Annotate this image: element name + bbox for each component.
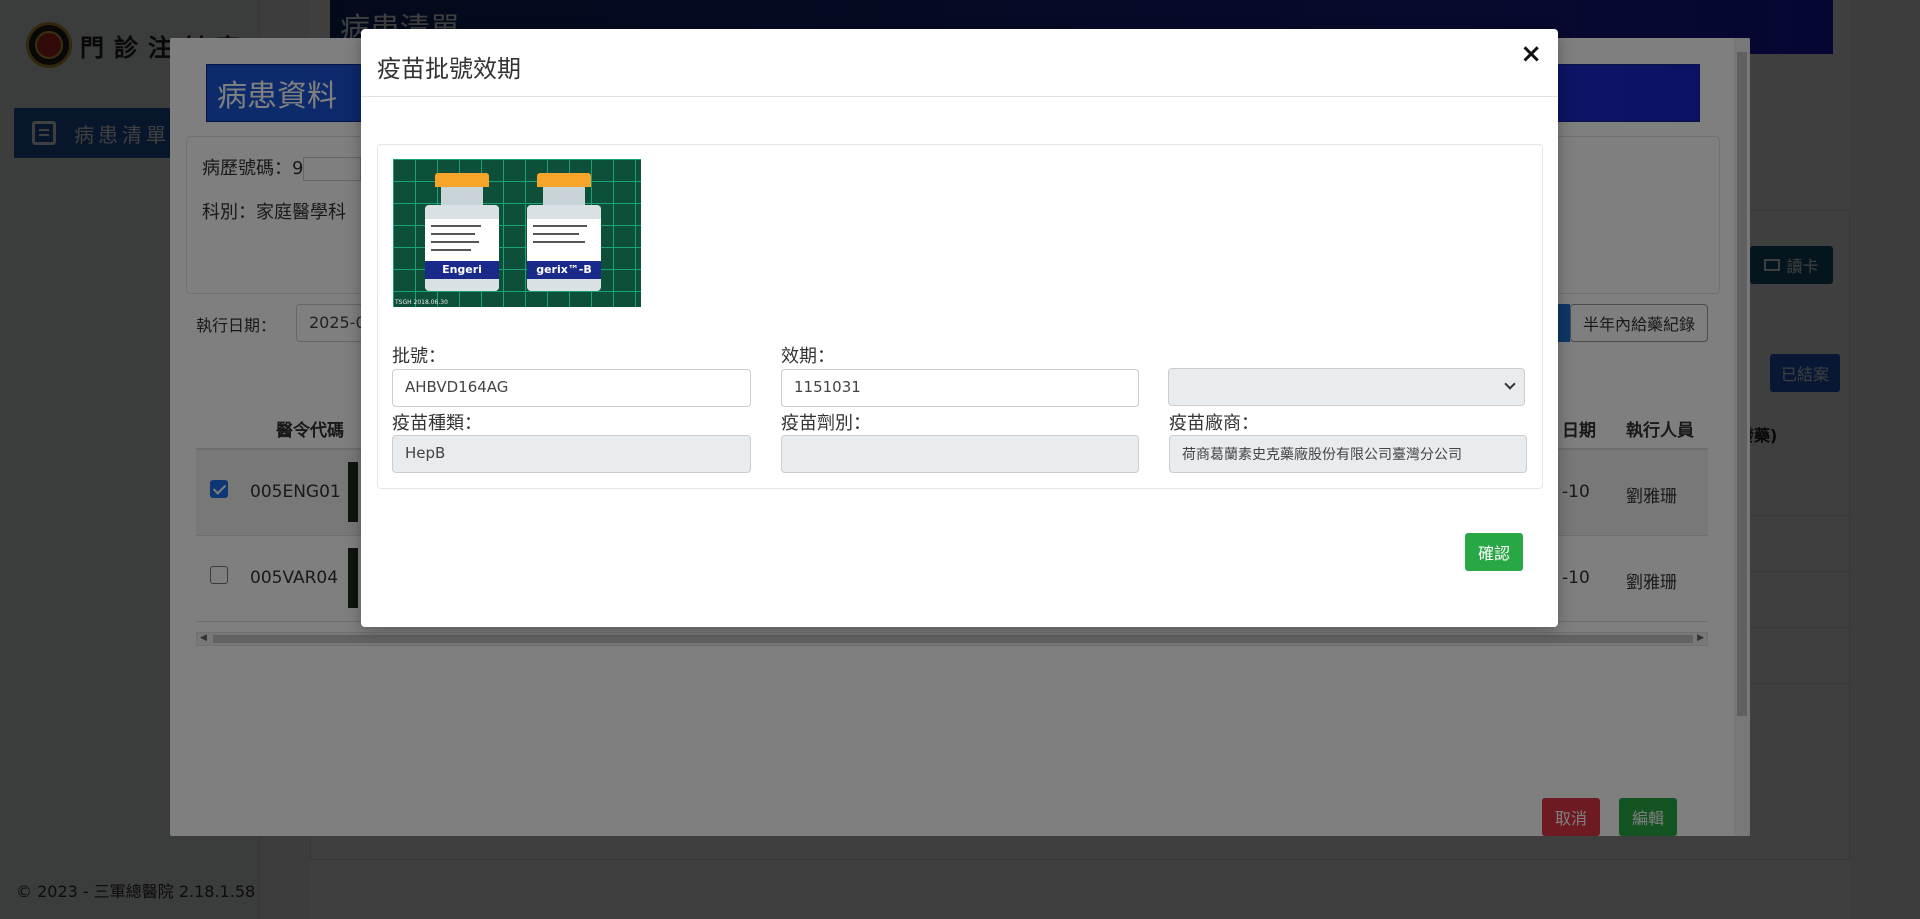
dosage-label: 疫苗劑別： — [781, 413, 871, 434]
batch-number-input[interactable]: AHBVD164AG — [392, 369, 751, 407]
dosage-field — [781, 435, 1139, 473]
vaccine-type-label: 疫苗種類： — [392, 413, 482, 434]
close-icon[interactable]: × — [1520, 39, 1542, 69]
vial-image: Engeri — [425, 173, 499, 291]
vaccine-photo: Engeri gerix™-B TSGH 2018.06.30 — [393, 159, 641, 307]
batch-label: 批號： — [392, 346, 446, 367]
batch-select[interactable] — [1168, 368, 1525, 406]
modal-title: 疫苗批號效期 — [377, 55, 521, 83]
manufacturer-field: 荷商葛蘭素史克藥廠股份有限公司臺灣分公司 — [1169, 435, 1527, 473]
image-caption: TSGH 2018.06.30 — [395, 299, 448, 306]
vaccine-batch-modal: 疫苗批號效期 × Engeri gerix™-B TSGH 2018.06.30… — [361, 29, 1558, 627]
vial-label: gerix™-B — [527, 261, 601, 279]
expiry-label: 效期： — [781, 346, 835, 367]
manufacturer-label: 疫苗廠商： — [1169, 413, 1259, 434]
expiry-input[interactable]: 1151031 — [781, 369, 1139, 407]
vial-image: gerix™-B — [527, 173, 601, 291]
vial-label: Engeri — [425, 261, 499, 279]
modal-header: 疫苗批號效期 × — [361, 29, 1558, 97]
chevron-down-icon — [1504, 378, 1516, 390]
confirm-button[interactable]: 確認 — [1465, 533, 1523, 571]
vaccine-type-field: HepB — [392, 435, 751, 473]
